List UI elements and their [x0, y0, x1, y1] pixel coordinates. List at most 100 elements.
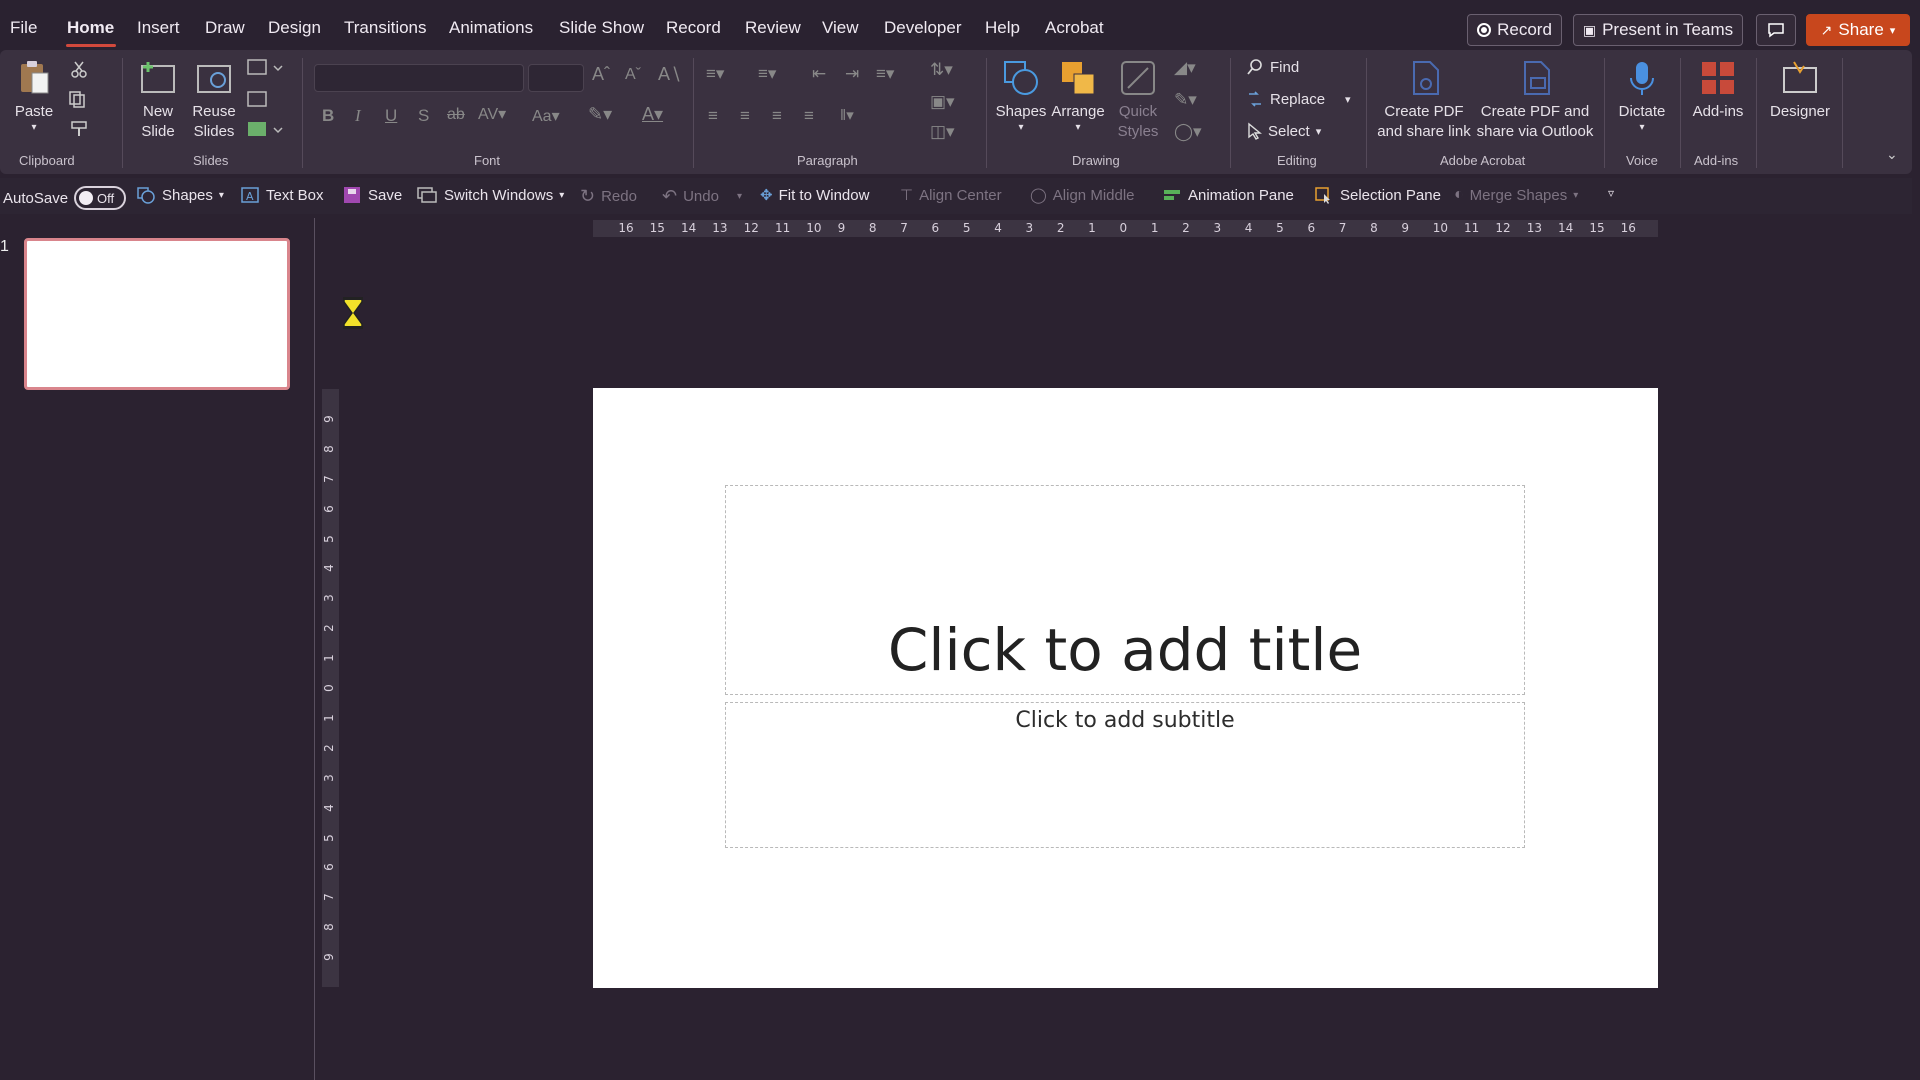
autosave-toggle[interactable]: AutoSave Off — [3, 186, 127, 210]
qat-fit-to-window-button[interactable]: ✥ Fit to Window — [760, 186, 869, 205]
customize-qat-button[interactable]: ▿ — [1608, 186, 1614, 200]
align-left-icon[interactable]: ≡ — [708, 106, 718, 126]
qat-selection-pane-button[interactable]: Selection Pane — [1314, 186, 1441, 204]
copy-icon[interactable] — [68, 90, 88, 108]
text-shadow-icon[interactable]: S — [418, 106, 429, 126]
qat-shapes-button[interactable]: Shapes ▾ — [136, 186, 224, 204]
shape-outline-icon[interactable]: ✎▾ — [1174, 90, 1197, 110]
quick-styles-label-2: Styles — [1117, 123, 1159, 140]
reset-slide-icon[interactable] — [246, 90, 270, 110]
columns-icon[interactable]: ‖▾ — [840, 106, 854, 124]
text-direction-icon[interactable]: ⇅▾ — [930, 60, 953, 80]
dictate-button[interactable]: Dictate ▾ — [1612, 58, 1672, 134]
justify-icon[interactable]: ≡ — [804, 106, 814, 126]
voice-group-label: Voice — [1626, 153, 1658, 168]
menu-slide-show[interactable]: Slide Show — [559, 18, 644, 38]
add-ins-button[interactable]: Add-ins — [1688, 58, 1748, 122]
bullets-icon[interactable]: ≡▾ — [706, 64, 724, 84]
ruler-tick-label: 4 — [321, 803, 336, 812]
font-color-icon[interactable]: A▾ — [642, 104, 663, 125]
change-case-icon[interactable]: Aa▾ — [532, 106, 560, 126]
underline-icon[interactable]: U — [385, 106, 397, 126]
cut-icon[interactable] — [70, 60, 88, 78]
new-slide-button[interactable]: New Slide — [132, 58, 184, 142]
quick-styles-button[interactable]: Quick Styles — [1110, 58, 1166, 142]
clear-formatting-icon[interactable]: A∖ — [658, 64, 681, 85]
menu-animations[interactable]: Animations — [449, 18, 533, 38]
designer-button[interactable]: Designer — [1764, 58, 1836, 122]
collapse-ribbon-icon[interactable]: ⌄ — [1886, 146, 1898, 163]
qat-align-middle-button[interactable]: ◯ Align Middle — [1030, 186, 1135, 205]
replace-button[interactable]: Replace ▾ — [1246, 90, 1351, 108]
menu-view[interactable]: View — [822, 18, 859, 38]
bold-icon[interactable]: B — [322, 106, 334, 126]
menu-draw[interactable]: Draw — [205, 18, 245, 38]
ruler-tick-label: 11 — [774, 221, 791, 235]
select-button[interactable]: Select ▾ — [1246, 122, 1321, 140]
create-pdf-share-link-button[interactable]: Create PDF and share link — [1374, 58, 1474, 142]
qat-text-box-button[interactable]: A Text Box — [240, 186, 324, 204]
reuse-slides-button[interactable]: Reuse Slides — [189, 58, 239, 142]
paste-button[interactable]: Paste ▾ — [12, 58, 56, 134]
ruler-tick-label: 9 — [1401, 221, 1410, 235]
record-button[interactable]: Record — [1467, 14, 1562, 46]
numbering-icon[interactable]: ≡▾ — [758, 64, 776, 84]
menu-insert[interactable]: Insert — [137, 18, 180, 38]
smartart-icon[interactable]: ◫▾ — [930, 122, 955, 142]
chevron-down-icon: ▾ — [1018, 122, 1024, 133]
italic-icon[interactable]: I — [355, 106, 361, 126]
qat-animation-pane-button[interactable]: Animation Pane — [1162, 186, 1294, 204]
share-button[interactable]: ↗ Share ▾ — [1806, 14, 1910, 46]
align-center-icon[interactable]: ≡ — [740, 106, 750, 126]
subtitle-placeholder[interactable]: Click to add subtitle — [725, 702, 1525, 848]
qat-redo-button[interactable]: ↻ Redo — [580, 186, 637, 207]
comments-button[interactable] — [1756, 14, 1796, 46]
shape-fill-icon[interactable]: ◢▾ — [1174, 58, 1196, 78]
shape-effects-icon[interactable]: ◯▾ — [1174, 122, 1202, 142]
layout-icon[interactable] — [246, 58, 284, 78]
create-pdf-label-2: and share link — [1377, 123, 1471, 140]
menu-transitions[interactable]: Transitions — [344, 18, 427, 38]
qat-save-button[interactable]: Save — [342, 186, 402, 204]
ruler-tick-label: 1 — [321, 714, 336, 722]
increase-indent-icon[interactable]: ⇥ — [845, 64, 859, 84]
chevron-down-icon: ▾ — [1075, 122, 1081, 133]
shapes-button[interactable]: Shapes ▾ — [996, 58, 1046, 134]
menu-developer[interactable]: Developer — [884, 18, 962, 38]
menu-help[interactable]: Help — [985, 18, 1020, 38]
qat-redo-label: Redo — [601, 188, 637, 205]
autosave-switch[interactable]: Off — [74, 186, 127, 210]
font-size-combo[interactable] — [528, 64, 584, 92]
highlight-icon[interactable]: ✎▾ — [588, 104, 612, 125]
menu-record[interactable]: Record — [666, 18, 721, 38]
character-spacing-icon[interactable]: AV▾ — [478, 104, 506, 124]
menu-home[interactable]: Home — [67, 18, 114, 38]
align-text-icon[interactable]: ▣▾ — [930, 92, 955, 112]
format-painter-icon[interactable] — [70, 120, 90, 138]
present-in-teams-button[interactable]: ▣ Present in Teams — [1573, 14, 1743, 46]
add-ins-group-label: Add-ins — [1694, 153, 1739, 168]
section-icon[interactable] — [246, 120, 284, 140]
arrange-button[interactable]: Arrange ▾ — [1051, 58, 1105, 134]
menu-file[interactable]: File — [10, 18, 37, 38]
decrease-font-icon[interactable]: Aˇ — [625, 66, 641, 84]
slide-canvas[interactable]: Click to add title Click to add subtitle — [593, 388, 1658, 988]
menu-review[interactable]: Review — [745, 18, 801, 38]
menu-acrobat[interactable]: Acrobat — [1045, 18, 1104, 38]
decrease-indent-icon[interactable]: ⇤ — [812, 64, 826, 84]
create-pdf-outlook-button[interactable]: Create PDF and share via Outlook — [1476, 58, 1594, 142]
qat-switch-windows-button[interactable]: Switch Windows ▾ — [416, 186, 564, 204]
slide-thumbnail[interactable] — [24, 238, 290, 390]
qat-undo-button[interactable]: ↶ Undo ▾ — [662, 186, 742, 207]
qat-merge-shapes-button[interactable]: ◐ Merge Shapes ▾ — [1454, 186, 1578, 204]
increase-font-icon[interactable]: Aˆ — [592, 64, 610, 85]
title-placeholder[interactable]: Click to add title — [725, 485, 1525, 695]
menu-design[interactable]: Design — [268, 18, 321, 38]
find-button[interactable]: Find — [1246, 58, 1299, 76]
font-name-combo[interactable] — [314, 64, 524, 92]
align-right-icon[interactable]: ≡ — [772, 106, 782, 126]
ruler-tick-label: 8 — [868, 221, 877, 235]
line-spacing-icon[interactable]: ≡▾ — [876, 64, 894, 84]
strikethrough-icon[interactable]: ab — [447, 106, 465, 124]
qat-align-center-button[interactable]: ⊤ Align Center — [900, 186, 1002, 205]
